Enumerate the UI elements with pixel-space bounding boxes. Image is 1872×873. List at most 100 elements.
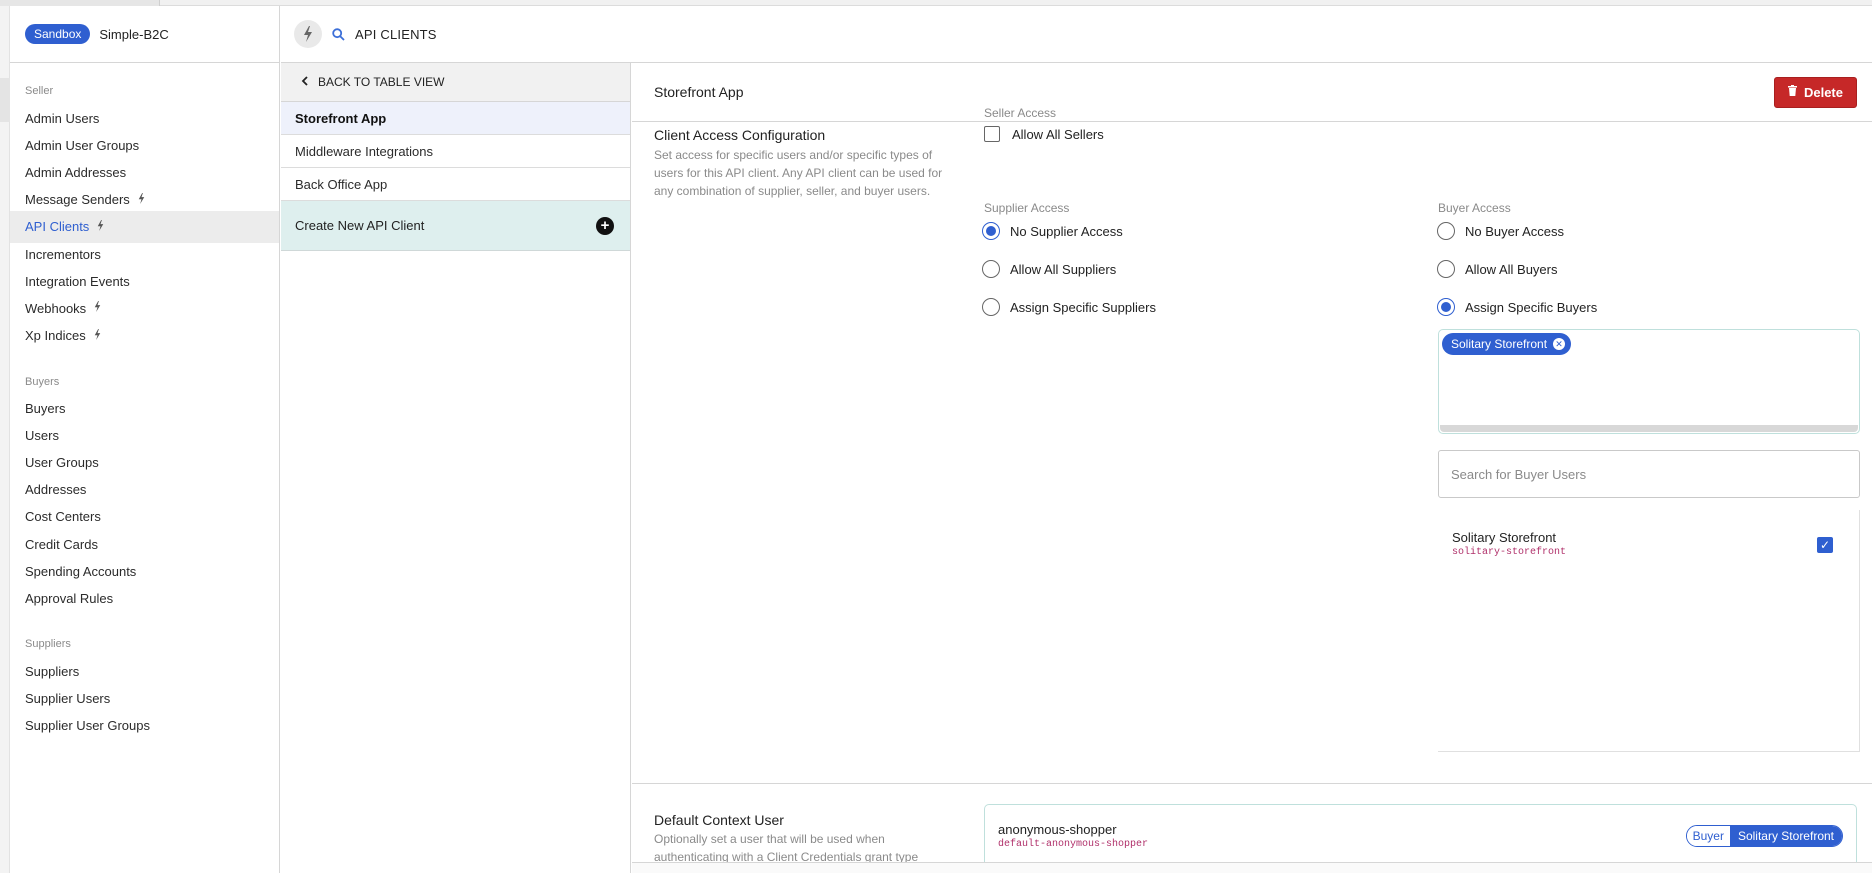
sidebar: Sandbox Simple-B2C Seller Admin Users Admi… — [10, 6, 280, 873]
badge-org: Solitary Storefront — [1729, 826, 1842, 846]
radio-unselected[interactable] — [982, 260, 1000, 278]
sidebar-item-label: Approval Rules — [25, 590, 114, 606]
buyer-search-results: Solitary Storefront solitary-storefront … — [1438, 510, 1860, 752]
detail-panel: Storefront App Delete Client Access Conf… — [632, 63, 1872, 873]
list-item-middleware-integrations[interactable]: Middleware Integrations — [281, 135, 630, 168]
detail-title: Storefront App — [654, 84, 744, 100]
search-icon[interactable] — [332, 27, 345, 41]
bolt-icon-svg — [304, 26, 312, 42]
radio-label: No Buyer Access — [1465, 223, 1564, 239]
remove-tag-icon[interactable]: ✕ — [1553, 338, 1566, 350]
list-item-storefront-app[interactable]: Storefront App — [281, 102, 630, 135]
api-client-list-panel: BACK TO TABLE VIEW Storefront App Middle… — [281, 63, 631, 873]
sidebar-item-xp-indices[interactable]: Xp Indices — [10, 320, 279, 352]
radio-unselected[interactable] — [1437, 260, 1455, 278]
radio-selected[interactable] — [1437, 298, 1455, 316]
create-api-client-button[interactable]: Create New API Client + — [281, 201, 630, 251]
buyer-users-search-input[interactable] — [1438, 450, 1860, 498]
delete-button[interactable]: Delete — [1773, 76, 1857, 108]
result-checkbox-checked[interactable]: ✓ — [1817, 537, 1833, 553]
config-description: Set access for specific users and/or spe… — [654, 148, 943, 198]
sidebar-item-label: Users — [25, 427, 59, 443]
supplier-access-label: Supplier Access — [984, 201, 1070, 215]
radio-assign-specific-buyers[interactable]: Assign Specific Buyers — [1437, 298, 1597, 316]
checkbox-label: Allow All Sellers — [1012, 126, 1104, 142]
default-context-user-title: Default Context User — [654, 812, 784, 828]
sidebar-item-label: Admin User Groups — [25, 137, 140, 153]
checkbox-box[interactable] — [984, 126, 1000, 142]
sidebar-item-supplier-user-groups[interactable]: Supplier User Groups — [10, 709, 279, 741]
context-user-id: default-anonymous-shopper — [998, 839, 1149, 850]
buyer-access-label: Buyer Access — [1438, 201, 1511, 215]
radio-unselected[interactable] — [1437, 222, 1455, 240]
result-name: Solitary Storefront — [1452, 530, 1557, 545]
assigned-buyers-box[interactable]: Solitary Storefront ✕ — [1438, 329, 1860, 434]
sidebar-item-label: Cost Centers — [25, 509, 101, 525]
context-user-name: anonymous-shopper — [998, 822, 1117, 837]
sidebar-item-label: API Clients — [25, 219, 90, 235]
chevron-left-icon — [301, 75, 309, 89]
delete-label: Delete — [1803, 84, 1843, 100]
radio-allow-all-buyers[interactable]: Allow All Buyers — [1437, 260, 1557, 278]
sidebar-item-label: Spending Accounts — [25, 563, 137, 579]
header-bar: API CLIENTS — [281, 6, 1872, 63]
bolt-icon[interactable] — [294, 20, 322, 48]
create-label: Create New API Client — [295, 218, 425, 233]
gutter-indicator — [0, 78, 10, 122]
sidebar-item-label: Integration Events — [25, 273, 130, 289]
list-item-label: Storefront App — [295, 110, 387, 126]
sidebar-item-label: Webhooks — [25, 300, 87, 316]
radio-assign-specific-suppliers[interactable]: Assign Specific Suppliers — [982, 298, 1156, 316]
plus-circle-icon: + — [596, 216, 614, 235]
list-item-back-office-app[interactable]: Back Office App — [281, 168, 630, 201]
radio-label: Assign Specific Suppliers — [1010, 299, 1156, 315]
sidebar-item-approval-rules[interactable]: Approval Rules — [10, 582, 279, 614]
radio-no-supplier-access[interactable]: No Supplier Access — [982, 222, 1123, 240]
bolt-icon — [94, 301, 101, 315]
env-badge[interactable]: Sandbox — [25, 24, 91, 44]
radio-selected[interactable] — [982, 222, 1000, 240]
bottom-rule — [632, 862, 1872, 873]
radio-label: No Supplier Access — [1010, 223, 1123, 239]
sidebar-item-label: Admin Users — [25, 110, 100, 126]
sidebar-item-label: User Groups — [25, 454, 99, 470]
config-title: Client Access Configuration — [654, 127, 826, 143]
badge-type: Buyer — [1686, 826, 1730, 846]
sidebar-item-label: Supplier User Groups — [25, 717, 150, 733]
radio-unselected[interactable] — [982, 298, 1000, 316]
sidebar-item-label: Credit Cards — [25, 536, 98, 552]
sidebar-item-label: Supplier Users — [25, 690, 111, 706]
sidebar-item-label: Suppliers — [25, 663, 80, 679]
default-context-user-description: Optionally set a user that will be used … — [654, 832, 919, 864]
bolt-icon — [94, 328, 101, 343]
sidebar-section-heading: Seller — [25, 85, 54, 97]
sidebar-item-label: Xp Indices — [25, 328, 86, 344]
list-item-label: Back Office App — [295, 176, 388, 192]
trash-icon — [1787, 85, 1797, 99]
buyer-tag-label: Solitary Storefront — [1451, 337, 1548, 351]
horizontal-scrollbar[interactable] — [1440, 425, 1858, 432]
left-gutter — [0, 6, 10, 873]
bolt-icon — [97, 219, 104, 234]
sidebar-item-label: Buyers — [25, 400, 66, 416]
sidebar-section-heading: Suppliers — [25, 638, 71, 650]
sidebar-brand: Sandbox Simple-B2C — [10, 6, 279, 63]
section-divider — [632, 783, 1872, 784]
allow-all-sellers-checkbox[interactable]: Allow All Sellers — [984, 126, 1104, 142]
sidebar-section-heading: Buyers — [25, 376, 60, 388]
radio-label: Allow All Buyers — [1465, 261, 1558, 277]
org-name[interactable]: Simple-B2C — [99, 27, 168, 42]
buyer-tag: Solitary Storefront ✕ — [1442, 333, 1572, 355]
back-label: BACK TO TABLE VIEW — [318, 75, 445, 89]
page-title: API CLIENTS — [355, 26, 437, 42]
result-id: solitary-storefront — [1452, 547, 1567, 558]
bolt-icon — [138, 192, 145, 207]
radio-allow-all-suppliers[interactable]: Allow All Suppliers — [982, 260, 1116, 278]
radio-label: Allow All Suppliers — [1010, 261, 1117, 277]
seller-access-label: Seller Access — [984, 106, 1057, 120]
radio-no-buyer-access[interactable]: No Buyer Access — [1437, 222, 1564, 240]
detail-header: Storefront App Delete — [632, 63, 1872, 122]
sidebar-item-label: Addresses — [25, 482, 87, 498]
back-to-table-button[interactable]: BACK TO TABLE VIEW — [281, 63, 630, 102]
sidebar-item-label: Admin Addresses — [25, 164, 127, 180]
